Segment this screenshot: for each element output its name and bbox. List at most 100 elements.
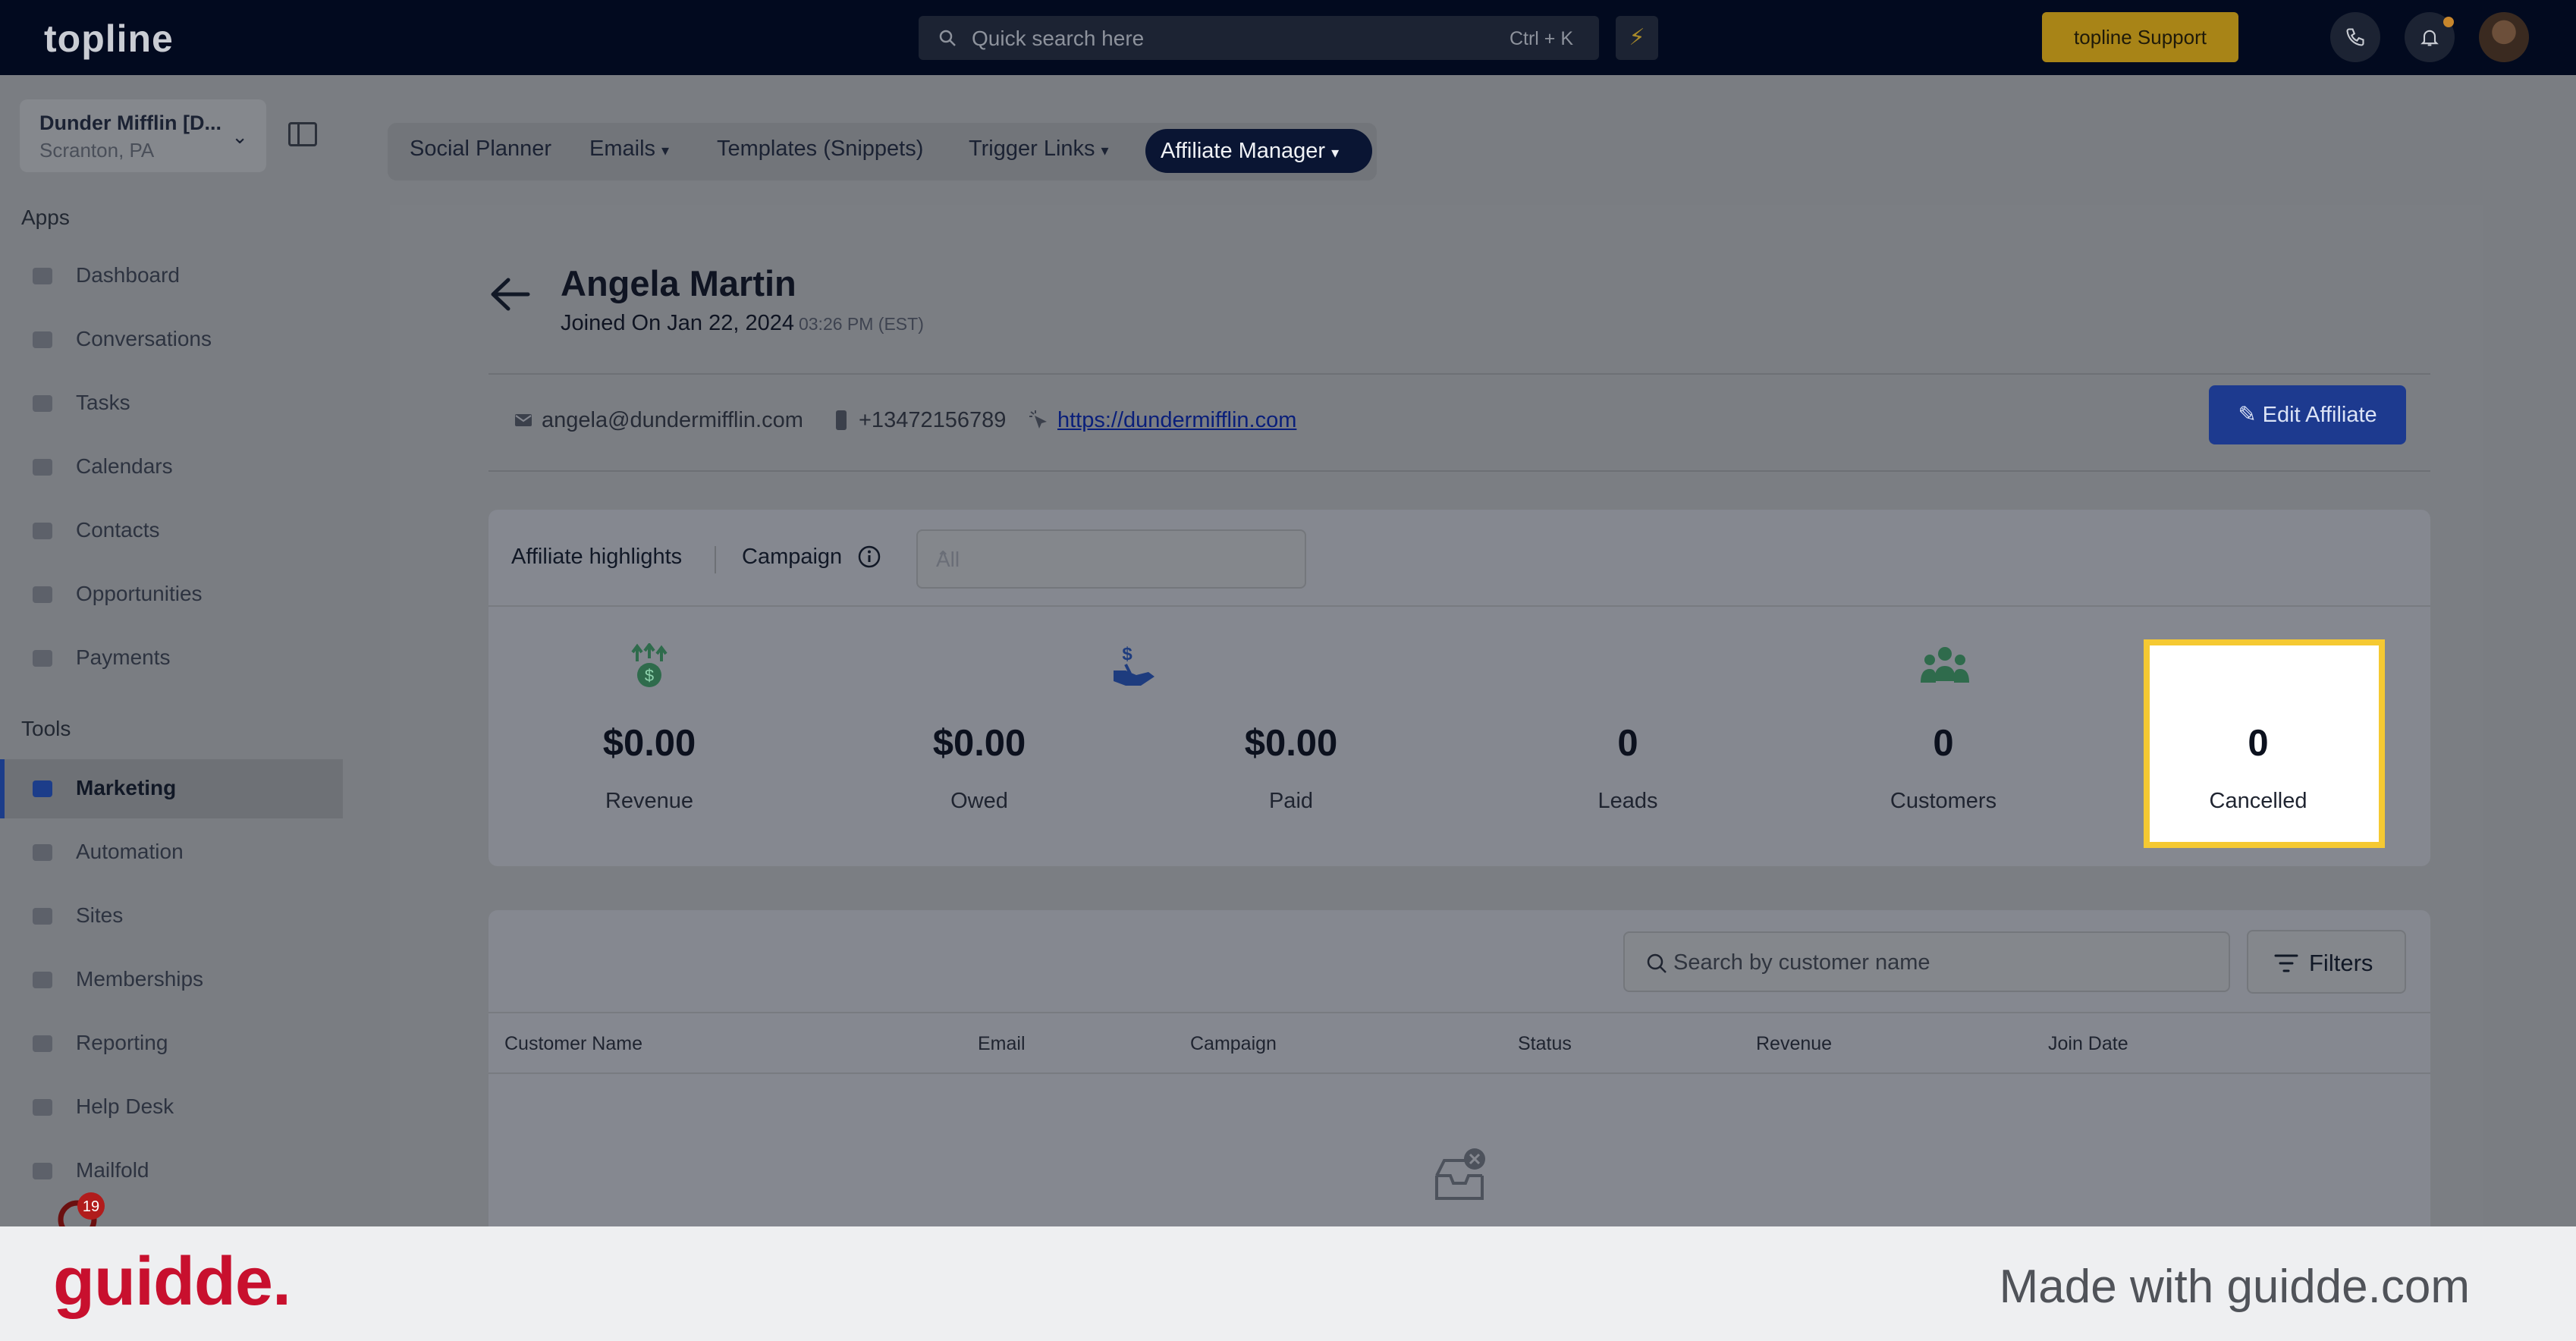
- cursor-click-icon: [1029, 410, 1047, 429]
- revenue-value: $0.00: [602, 723, 696, 764]
- affiliate-email: angela@dundermifflin.com: [542, 408, 803, 432]
- help-icon: [33, 1099, 52, 1116]
- owed-value: $0.00: [932, 723, 1026, 764]
- joined-date: Joined On Jan 22, 2024 03:26 PM (EST): [561, 311, 924, 336]
- guidde-footer: guidde. Made with guidde.com: [0, 1226, 2576, 1341]
- sidebar-item-calendars[interactable]: Calendars: [0, 438, 343, 497]
- joined-time: 03:26 PM (EST): [798, 314, 924, 334]
- tools-section-title: Tools: [21, 717, 71, 740]
- support-button[interactable]: topline Support: [2042, 12, 2238, 62]
- person-icon: [33, 523, 52, 539]
- tab-label: Affiliate Manager: [1161, 139, 1326, 163]
- app-logo[interactable]: topline: [44, 17, 174, 61]
- tab-affiliate-manager[interactable]: Affiliate Manager ▾: [1145, 129, 1373, 173]
- sidebar-item-label: Automation: [76, 840, 184, 863]
- column-status[interactable]: Status: [1518, 1033, 1572, 1055]
- sidebar-item-label: Help Desk: [76, 1094, 174, 1118]
- affiliate-name: Angela Martin: [561, 263, 796, 303]
- header-separator: [715, 546, 716, 573]
- location-switcher[interactable]: Dunder Mifflin [D... Scranton, PA ⌄: [20, 99, 266, 172]
- search-placeholder: Quick search here: [972, 27, 1145, 50]
- lightning-icon[interactable]: ⚡: [1616, 16, 1658, 60]
- location-city: Scranton, PA: [39, 139, 155, 162]
- phone-button[interactable]: [2330, 12, 2380, 62]
- sidebar-item-help-desk[interactable]: Help Desk: [0, 1078, 343, 1137]
- members-icon: [33, 972, 52, 988]
- sidebar-item-label: Contacts: [76, 518, 160, 542]
- sidebar-item-memberships[interactable]: Memberships: [0, 950, 343, 1010]
- pie-chart-icon: [33, 1035, 52, 1052]
- highlights-title: Affiliate highlights: [511, 545, 683, 569]
- tab-templates[interactable]: Templates (Snippets): [717, 137, 923, 162]
- header-divider: [488, 373, 2430, 375]
- paid-value: $0.00: [1244, 723, 1338, 764]
- chevron-down-icon: ⌃: [936, 548, 950, 567]
- sidebar-item-label: Sites: [76, 903, 124, 927]
- help-widget-badge: 19: [83, 1198, 99, 1215]
- chat-icon: [33, 331, 52, 348]
- column-revenue[interactable]: Revenue: [1756, 1033, 1832, 1055]
- sidebar-item-marketing[interactable]: Marketing: [0, 759, 343, 818]
- megaphone-icon: [33, 780, 52, 797]
- sidebar-item-dashboard[interactable]: Dashboard: [0, 247, 343, 306]
- edit-affiliate-button[interactable]: ✎ Edit Affiliate: [2209, 385, 2406, 444]
- sidebar-collapse-icon[interactable]: [288, 122, 317, 146]
- customer-search-input[interactable]: Search by customer name: [1623, 931, 2230, 992]
- sidebar-item-label: Conversations: [76, 327, 212, 350]
- sidebar-item-contacts[interactable]: Contacts: [0, 501, 343, 561]
- owed-label: Owed: [950, 789, 1008, 813]
- sidebar-item-payments[interactable]: Payments: [0, 629, 343, 688]
- empty-inbox-icon: [1435, 1148, 1485, 1200]
- money-growth-icon: $: [631, 643, 668, 687]
- sidebar-item-conversations[interactable]: Conversations: [0, 310, 343, 369]
- chevron-down-icon: ▾: [1101, 143, 1109, 159]
- filters-button[interactable]: Filters: [2247, 930, 2406, 994]
- gears-icon: [33, 844, 52, 861]
- column-campaign[interactable]: Campaign: [1190, 1033, 1277, 1055]
- sidebar-item-mailfold[interactable]: Mailfold: [0, 1142, 343, 1201]
- column-email[interactable]: Email: [978, 1033, 1026, 1055]
- cancelled-label: Cancelled: [2209, 789, 2307, 813]
- revenue-label: Revenue: [605, 789, 694, 813]
- contact-divider: [488, 470, 2430, 472]
- sidebar-item-label: Mailfold: [76, 1158, 149, 1182]
- tab-social-planner[interactable]: Social Planner: [410, 137, 551, 162]
- affiliate-website[interactable]: https://dundermifflin.com: [1057, 408, 1296, 433]
- customers-label: Customers: [1890, 789, 1997, 813]
- sidebar-item-label: Tasks: [76, 391, 130, 414]
- quick-search[interactable]: Quick search here Ctrl + K: [919, 16, 1599, 60]
- customer-search-placeholder: Search by customer name: [1673, 950, 1930, 975]
- user-avatar[interactable]: [2479, 12, 2529, 62]
- tab-emails[interactable]: Emails ▾: [589, 137, 669, 162]
- paid-label: Paid: [1268, 789, 1314, 813]
- column-customer-name[interactable]: Customer Name: [504, 1033, 642, 1055]
- phone-icon: [2346, 28, 2364, 46]
- sidebar-item-tasks[interactable]: Tasks: [0, 374, 343, 433]
- tab-trigger-links[interactable]: Trigger Links ▾: [969, 137, 1109, 162]
- sidebar-item-label: Dashboard: [76, 263, 180, 287]
- mail-icon: [33, 1163, 52, 1179]
- back-arrow-icon[interactable]: [488, 277, 531, 312]
- sidebar-item-label: Memberships: [76, 967, 204, 991]
- sidebar-item-label: Reporting: [76, 1031, 168, 1054]
- location-name: Dunder Mifflin [D...: [39, 111, 221, 134]
- sidebar-item-opportunities[interactable]: Opportunities: [0, 565, 343, 624]
- search-icon: [939, 30, 956, 46]
- chevron-down-icon: ▾: [661, 143, 670, 159]
- marketing-subnav: Social Planner Emails ▾ Templates (Snippe…: [388, 123, 1377, 181]
- website-link[interactable]: https://dundermifflin.com: [1057, 408, 1296, 432]
- svg-text:$: $: [1122, 644, 1132, 664]
- column-join-date[interactable]: Join Date: [2048, 1033, 2128, 1055]
- sidebar-item-reporting[interactable]: Reporting: [0, 1014, 343, 1073]
- campaign-label: Campaign: [742, 545, 843, 569]
- info-icon[interactable]: [857, 545, 881, 569]
- affiliate-highlights-card: Affiliate highlights Campaign All ⌃: [488, 510, 2430, 866]
- sidebar-item-automation[interactable]: Automation: [0, 823, 343, 882]
- customers-table-card: Search by customer name Filters Customer…: [488, 910, 2430, 1226]
- campaign-select[interactable]: All ⌃: [916, 529, 1306, 589]
- notification-dot: [2443, 17, 2454, 27]
- sidebar-item-label: Payments: [76, 645, 171, 669]
- sidebar-item-sites[interactable]: Sites: [0, 887, 343, 946]
- search-shortcut: Ctrl + K: [1509, 28, 1573, 49]
- filters-label: Filters: [2309, 950, 2373, 976]
